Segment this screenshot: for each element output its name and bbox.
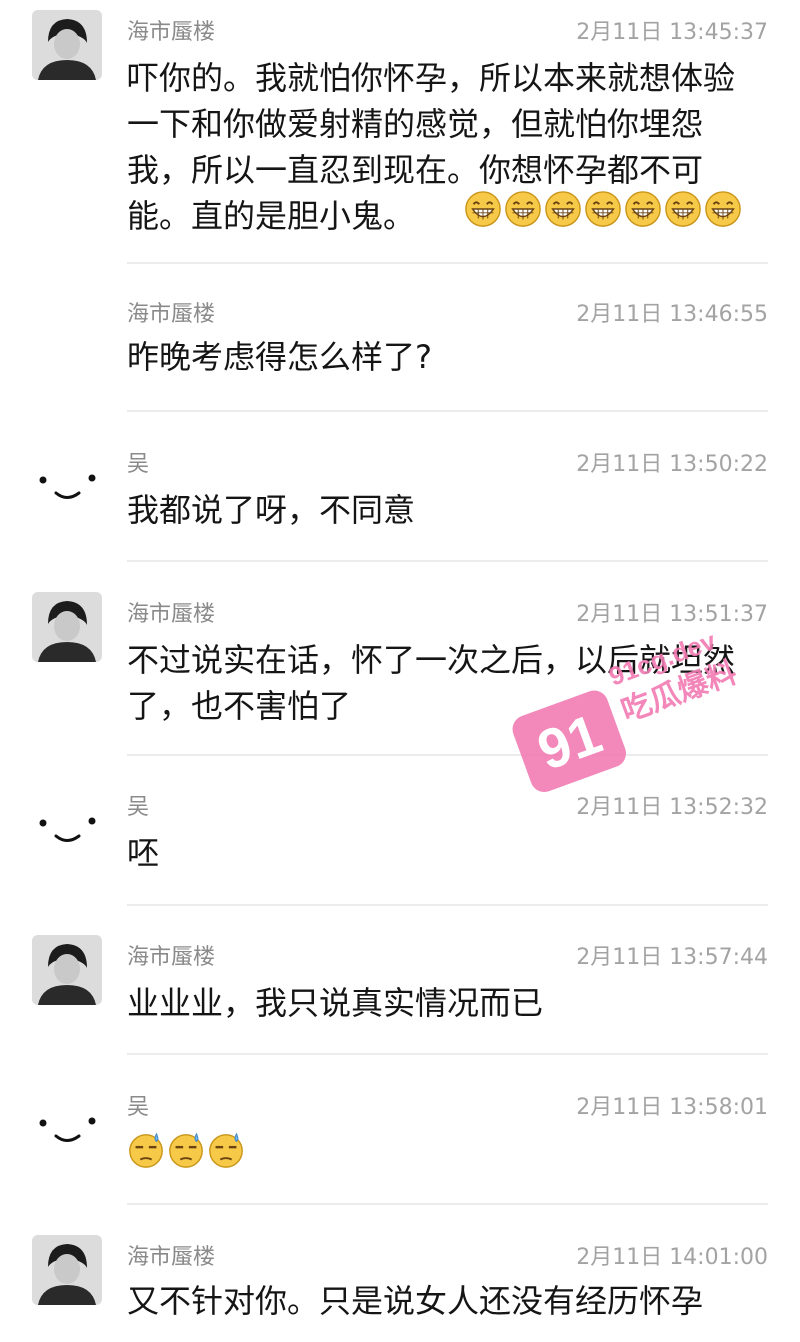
smiley-avatar[interactable]	[32, 783, 102, 853]
sweat-emoji	[169, 1132, 203, 1168]
message-divider	[127, 560, 768, 562]
smiley-avatar[interactable]	[32, 1083, 102, 1153]
message-text: 昨晚考虑得怎么样了?	[127, 338, 432, 376]
message-text: 又不针对你。只是说女人还没有经历怀孕	[127, 1282, 704, 1320]
sender-name: 海市蜃楼	[127, 20, 216, 45]
message-divider	[127, 904, 768, 906]
photo-avatar[interactable]	[32, 10, 102, 80]
grin-emoji	[505, 191, 541, 227]
photo-avatar[interactable]	[32, 935, 102, 1005]
sender-name: 海市蜃楼	[127, 1245, 216, 1270]
message-text: 呸	[127, 834, 160, 872]
grin-emoji	[665, 191, 701, 227]
message-time: 2月11日 13:58:01	[576, 1095, 768, 1120]
message-time: 2月11日 13:46:55	[576, 302, 768, 327]
message-time: 2月11日 13:45:37	[576, 20, 768, 45]
message-text: 业业业，我只说真实情况而已	[127, 984, 544, 1022]
grin-emoji	[545, 191, 581, 227]
grin-emoji	[585, 191, 621, 227]
sender-name: 吴	[127, 452, 150, 477]
grin-emoji	[705, 191, 741, 227]
emoji-row	[464, 190, 742, 228]
sweat-emoji	[129, 1132, 163, 1168]
message-text: 我都说了呀，不同意	[127, 491, 416, 529]
message-divider	[127, 1203, 768, 1205]
message-divider	[127, 410, 768, 412]
message-divider	[127, 1053, 768, 1055]
grin-emoji	[625, 191, 661, 227]
sender-name: 海市蜃楼	[127, 945, 216, 970]
message-divider	[127, 262, 768, 264]
grin-emoji	[465, 191, 501, 227]
sender-name: 海市蜃楼	[127, 602, 216, 627]
emoji-row	[127, 1131, 245, 1169]
photo-avatar[interactable]	[32, 1235, 102, 1305]
sender-name: 海市蜃楼	[127, 302, 216, 327]
message-time: 2月11日 13:57:44	[576, 945, 768, 970]
sender-name: 吴	[127, 795, 150, 820]
smiley-avatar[interactable]	[32, 440, 102, 510]
photo-avatar[interactable]	[32, 592, 102, 662]
message-time: 2月11日 14:01:00	[576, 1245, 768, 1270]
watermark: 91 91cg.dev 吃瓜爆料	[498, 588, 748, 798]
sweat-emoji	[209, 1132, 243, 1168]
message-time: 2月11日 13:50:22	[576, 452, 768, 477]
sender-name: 吴	[127, 1095, 150, 1120]
